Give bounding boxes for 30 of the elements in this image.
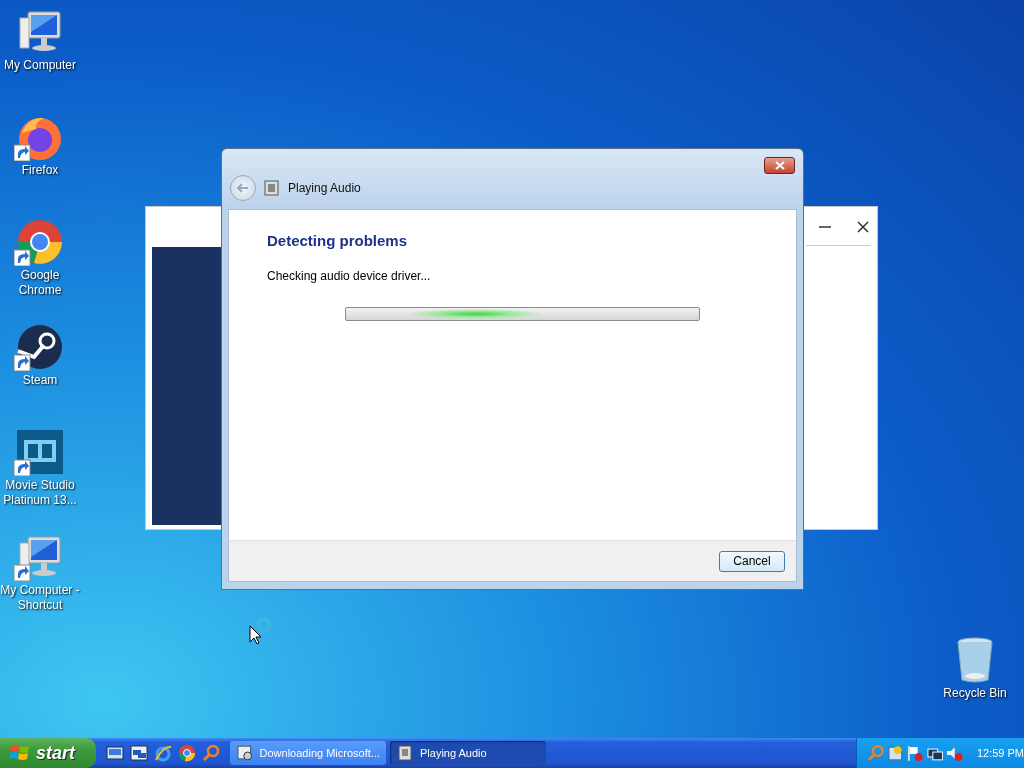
icon-label[interactable]: My Computer - Shortcut xyxy=(0,583,80,613)
clock: 12:59 PM xyxy=(976,747,1024,759)
browser-ring-icon[interactable] xyxy=(178,744,196,762)
icon-label[interactable]: Movie Studio Platinum 13... xyxy=(0,478,80,508)
speaker-icon[interactable] xyxy=(945,744,963,762)
browser-e-icon[interactable] xyxy=(154,744,172,762)
close-icon[interactable] xyxy=(857,221,869,233)
cancel-button[interactable]: Cancel xyxy=(719,550,785,572)
taskbar-button[interactable]: Playing Audio xyxy=(390,741,546,765)
windows-icon[interactable] xyxy=(130,744,148,762)
back-arrow-icon xyxy=(237,183,249,193)
update-icon[interactable] xyxy=(886,744,905,762)
download-icon[interactable] xyxy=(236,744,254,762)
app-icon[interactable] xyxy=(396,744,414,762)
icon-label[interactable]: Firefox xyxy=(0,163,80,178)
icon-label[interactable]: Steam xyxy=(0,373,80,388)
icon-label[interactable]: My Computer xyxy=(0,58,80,73)
close-icon xyxy=(774,161,785,170)
status-text: Checking audio device driver... xyxy=(267,269,432,283)
windows-logo-icon xyxy=(10,744,30,762)
start-button[interactable]: start xyxy=(0,738,96,768)
close-button[interactable] xyxy=(764,157,795,174)
icon-label[interactable]: Google Chrome xyxy=(0,268,80,298)
icon-label[interactable]: Recycle Bin xyxy=(935,686,1015,701)
dialog-heading: Detecting problems xyxy=(267,232,409,249)
dialog-title: Playing Audio xyxy=(288,180,361,197)
flag-icon[interactable] xyxy=(906,744,924,762)
taskbar-button[interactable]: Downloading Microsoft... xyxy=(230,741,386,765)
trash-bin-icon xyxy=(955,636,995,684)
monitor-icon[interactable] xyxy=(106,744,124,762)
